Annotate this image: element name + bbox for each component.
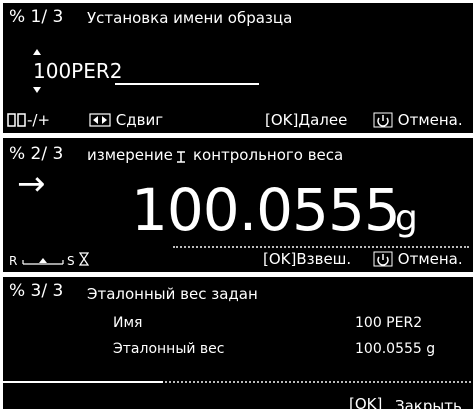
reference-weight-label: Эталонный вес [113,341,225,357]
stability-icon [177,151,185,163]
softkey-cancel[interactable]: Отмена. [373,250,463,268]
level-gauge-icon [22,258,64,265]
arrow-icon: → [17,164,46,204]
power-icon [373,251,393,267]
softkey-sign-label: -/+ [27,111,51,129]
softkey-shift[interactable]: Сдвиг [89,111,163,129]
name-label: Имя [113,315,143,331]
input-underline [115,83,259,85]
screen-title-rest: контрольного веса [193,146,344,164]
softkey-close[interactable]: Закрыть [395,397,462,409]
name-value: 100 PER2 [355,315,423,331]
reference-weight-value: 100.0555 g [355,341,436,357]
sample-name-screen: % 1/ 3 Установка имени образца 100PER2 -… [3,3,473,133]
screen-title: Эталонный вес задан [87,285,258,303]
step-indicator: % 2/ 3 [9,144,64,164]
softkey-shift-label: Сдвиг [115,111,164,129]
weight-unit: g [395,198,418,239]
hourglass-icon [79,252,89,266]
shift-arrows-icon [89,113,111,127]
progress-line [3,381,163,383]
softkey-weigh[interactable]: [OK]Взвеш. [263,250,351,268]
dotted-divider [173,246,469,248]
softkey-ok[interactable]: [OK] [349,395,382,409]
range-indicator: R [9,254,18,268]
softkey-next[interactable]: [OK]Далее [265,111,347,129]
softkey-cancel-label: Отмена. [397,250,463,268]
dotted-divider [165,381,471,383]
sample-name-input[interactable]: 100PER2 [33,59,123,83]
sign-toggle-icon [7,113,26,127]
reference-weight-measure-screen: % 2/ 3 измерение контрольного веса → 100… [3,138,473,272]
softkey-cancel[interactable]: Отмена. [373,111,463,129]
reference-set-screen: % 3/ 3 Эталонный вес задан Имя 100 PER2 … [3,277,473,409]
step-indicator: % 1/ 3 [9,7,64,27]
screen-title: измерение [87,146,173,164]
power-icon [373,112,393,128]
softkey-sign[interactable]: -/+ [7,111,50,129]
screen-title: Установка имени образца [87,9,293,27]
stable-indicator: S [67,254,75,268]
weight-value: 100.0555 [131,176,401,244]
step-indicator: % 3/ 3 [9,281,64,301]
softkey-cancel-label: Отмена. [397,111,463,129]
